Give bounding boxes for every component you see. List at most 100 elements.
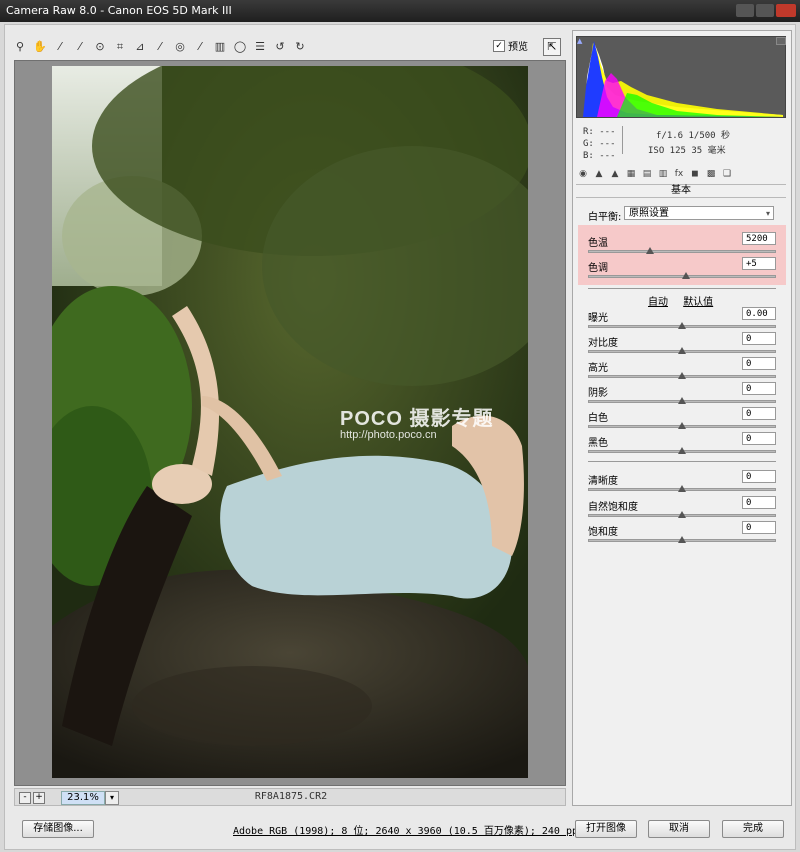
- fullscreen-icon[interactable]: ⇱: [543, 38, 561, 56]
- white-balance-value: 原照设置: [629, 208, 669, 219]
- divider: [588, 461, 776, 462]
- blacks-value-field[interactable]: 0: [742, 432, 776, 445]
- preview-checkbox[interactable]: ✓: [493, 39, 505, 52]
- auto-default-links: 自动 默认值: [648, 293, 725, 308]
- status-bar: - + 23.1% ▾ RF8A1875.CR2: [14, 788, 566, 806]
- open-image-button[interactable]: 打开图像: [575, 820, 637, 838]
- contrast-slider-thumb[interactable]: [678, 347, 686, 354]
- toolbar: ⚲ ✋ ⁄ ⁄ ⊙ ⌗ ⊿ ⁄ ◎ ⁄ ▥ ◯ ☰ ↺ ↻: [12, 36, 566, 58]
- window-controls[interactable]: [736, 3, 796, 19]
- g-value: G: ---: [583, 139, 616, 149]
- adjustment-brush-icon[interactable]: ⁄: [192, 39, 208, 55]
- histogram-graph: [583, 41, 783, 117]
- panel-tab-icon[interactable]: ▲: [608, 167, 622, 181]
- panel-tab-icon[interactable]: ❑: [720, 167, 734, 181]
- panel-tab-icon[interactable]: ▥: [656, 167, 670, 181]
- white-balance-select[interactable]: 原照设置 ▾: [624, 206, 774, 220]
- exposure-value-field[interactable]: 0.00: [742, 307, 776, 320]
- highlights-label: 高光: [588, 363, 608, 374]
- temperature-slider-track[interactable]: [588, 250, 776, 253]
- white-balance-label: 白平衡:: [588, 212, 622, 223]
- graduated-filter-icon[interactable]: ▥: [212, 39, 228, 55]
- shadows-slider-thumb[interactable]: [678, 397, 686, 404]
- whites-slider-thumb[interactable]: [678, 422, 686, 429]
- contrast-label: 对比度: [588, 338, 618, 349]
- vibrance-label: 自然饱和度: [588, 502, 638, 513]
- rotate-left-icon[interactable]: ↺: [272, 39, 288, 55]
- shadows-value-field[interactable]: 0: [742, 382, 776, 395]
- panel-tab-icon[interactable]: ▩: [704, 167, 718, 181]
- panel-tab-icon[interactable]: ▲: [592, 167, 606, 181]
- watermark: POCO 摄影专题 http://photo.poco.cn: [340, 402, 493, 441]
- saturation-value-field[interactable]: 0: [742, 521, 776, 534]
- default-link[interactable]: 默认值: [683, 297, 713, 308]
- exposure-label: 曝光: [588, 313, 608, 324]
- tint-label: 色调: [588, 263, 608, 274]
- clarity-label: 清晰度: [588, 476, 618, 487]
- panel-tabs: ◉ ▲ ▲ ▦ ▤ ▥ fx ◼ ▩ ❑: [576, 166, 786, 182]
- red-eye-icon[interactable]: ◎: [172, 39, 188, 55]
- window-title: Camera Raw 8.0 - Canon EOS 5D Mark III: [6, 4, 232, 17]
- temperature-slider-thumb[interactable]: [646, 247, 655, 254]
- vibrance-slider-thumb[interactable]: [678, 511, 686, 518]
- temperature-value-field[interactable]: 5200: [742, 232, 776, 245]
- spot-removal-icon[interactable]: ⁄: [152, 39, 168, 55]
- divider: [588, 288, 776, 289]
- saturation-slider-thumb[interactable]: [678, 536, 686, 543]
- watermark-url: http://photo.poco.cn: [340, 429, 437, 441]
- panel-tab-icon[interactable]: fx: [672, 167, 686, 181]
- shadow-clipping-icon[interactable]: ▲: [577, 37, 582, 45]
- exposure-slider-thumb[interactable]: [678, 322, 686, 329]
- target-adjust-icon[interactable]: ⊙: [92, 39, 108, 55]
- tint-value-field[interactable]: +5: [742, 257, 776, 270]
- preferences-icon[interactable]: ☰: [252, 39, 268, 55]
- chevron-down-icon: ▾: [765, 209, 770, 218]
- vibrance-value-field[interactable]: 0: [742, 496, 776, 509]
- shadows-label: 阴影: [588, 388, 608, 399]
- title-bar: Camera Raw 8.0 - Canon EOS 5D Mark III: [0, 0, 800, 22]
- blacks-slider-row: 黑色 0: [588, 432, 776, 460]
- blacks-slider-thumb[interactable]: [678, 447, 686, 454]
- highlight-clipping-icon[interactable]: [776, 37, 786, 45]
- whites-label: 白色: [588, 413, 608, 424]
- radial-filter-icon[interactable]: ◯: [232, 39, 248, 55]
- panel-tab-icon[interactable]: ▦: [624, 167, 638, 181]
- color-sampler-icon[interactable]: ⁄: [72, 39, 88, 55]
- cancel-button[interactable]: 取消: [648, 820, 710, 838]
- tint-slider-row: 色调 +5: [588, 257, 776, 285]
- zoom-tool-icon[interactable]: ⚲: [12, 39, 28, 55]
- straighten-icon[interactable]: ⊿: [132, 39, 148, 55]
- clarity-slider-row: 清晰度 0: [588, 470, 776, 498]
- saturation-slider-row: 饱和度 0: [588, 521, 776, 549]
- panel-tab-icon[interactable]: ◉: [576, 167, 590, 181]
- preview-label: 预览: [508, 42, 528, 53]
- save-image-button[interactable]: 存储图像...: [22, 820, 94, 838]
- highlights-value-field[interactable]: 0: [742, 357, 776, 370]
- done-button[interactable]: 完成: [722, 820, 784, 838]
- auto-link[interactable]: 自动: [648, 297, 668, 308]
- aperture-shutter: f/1.6 1/500 秒: [656, 131, 731, 141]
- clarity-value-field[interactable]: 0: [742, 470, 776, 483]
- workflow-options-link[interactable]: Adobe RGB (1998); 8 位; 2640 x 3960 (10.5…: [233, 822, 584, 837]
- white-balance-tool-icon[interactable]: ⁄: [52, 39, 68, 55]
- watermark-brand: POCO 摄影专题: [340, 408, 494, 430]
- whites-value-field[interactable]: 0: [742, 407, 776, 420]
- blacks-label: 黑色: [588, 438, 608, 449]
- readout-divider: [622, 126, 623, 154]
- crop-icon[interactable]: ⌗: [112, 39, 128, 55]
- histogram: [576, 36, 786, 118]
- rgb-readout: R: --- G: --- B: ---: [583, 126, 616, 162]
- b-value: B: ---: [583, 151, 616, 161]
- r-value: R: ---: [583, 127, 616, 137]
- panel-tab-icon[interactable]: ▤: [640, 167, 654, 181]
- saturation-label: 饱和度: [588, 527, 618, 538]
- contrast-value-field[interactable]: 0: [742, 332, 776, 345]
- clarity-slider-thumb[interactable]: [678, 485, 686, 492]
- panel-tab-icon[interactable]: ◼: [688, 167, 702, 181]
- temperature-label: 色温: [588, 238, 608, 249]
- hand-tool-icon[interactable]: ✋: [32, 39, 48, 55]
- tint-slider-thumb[interactable]: [681, 272, 690, 279]
- rotate-right-icon[interactable]: ↻: [292, 39, 308, 55]
- preview-toggle[interactable]: ✓ 预览: [493, 38, 528, 53]
- highlights-slider-thumb[interactable]: [678, 372, 686, 379]
